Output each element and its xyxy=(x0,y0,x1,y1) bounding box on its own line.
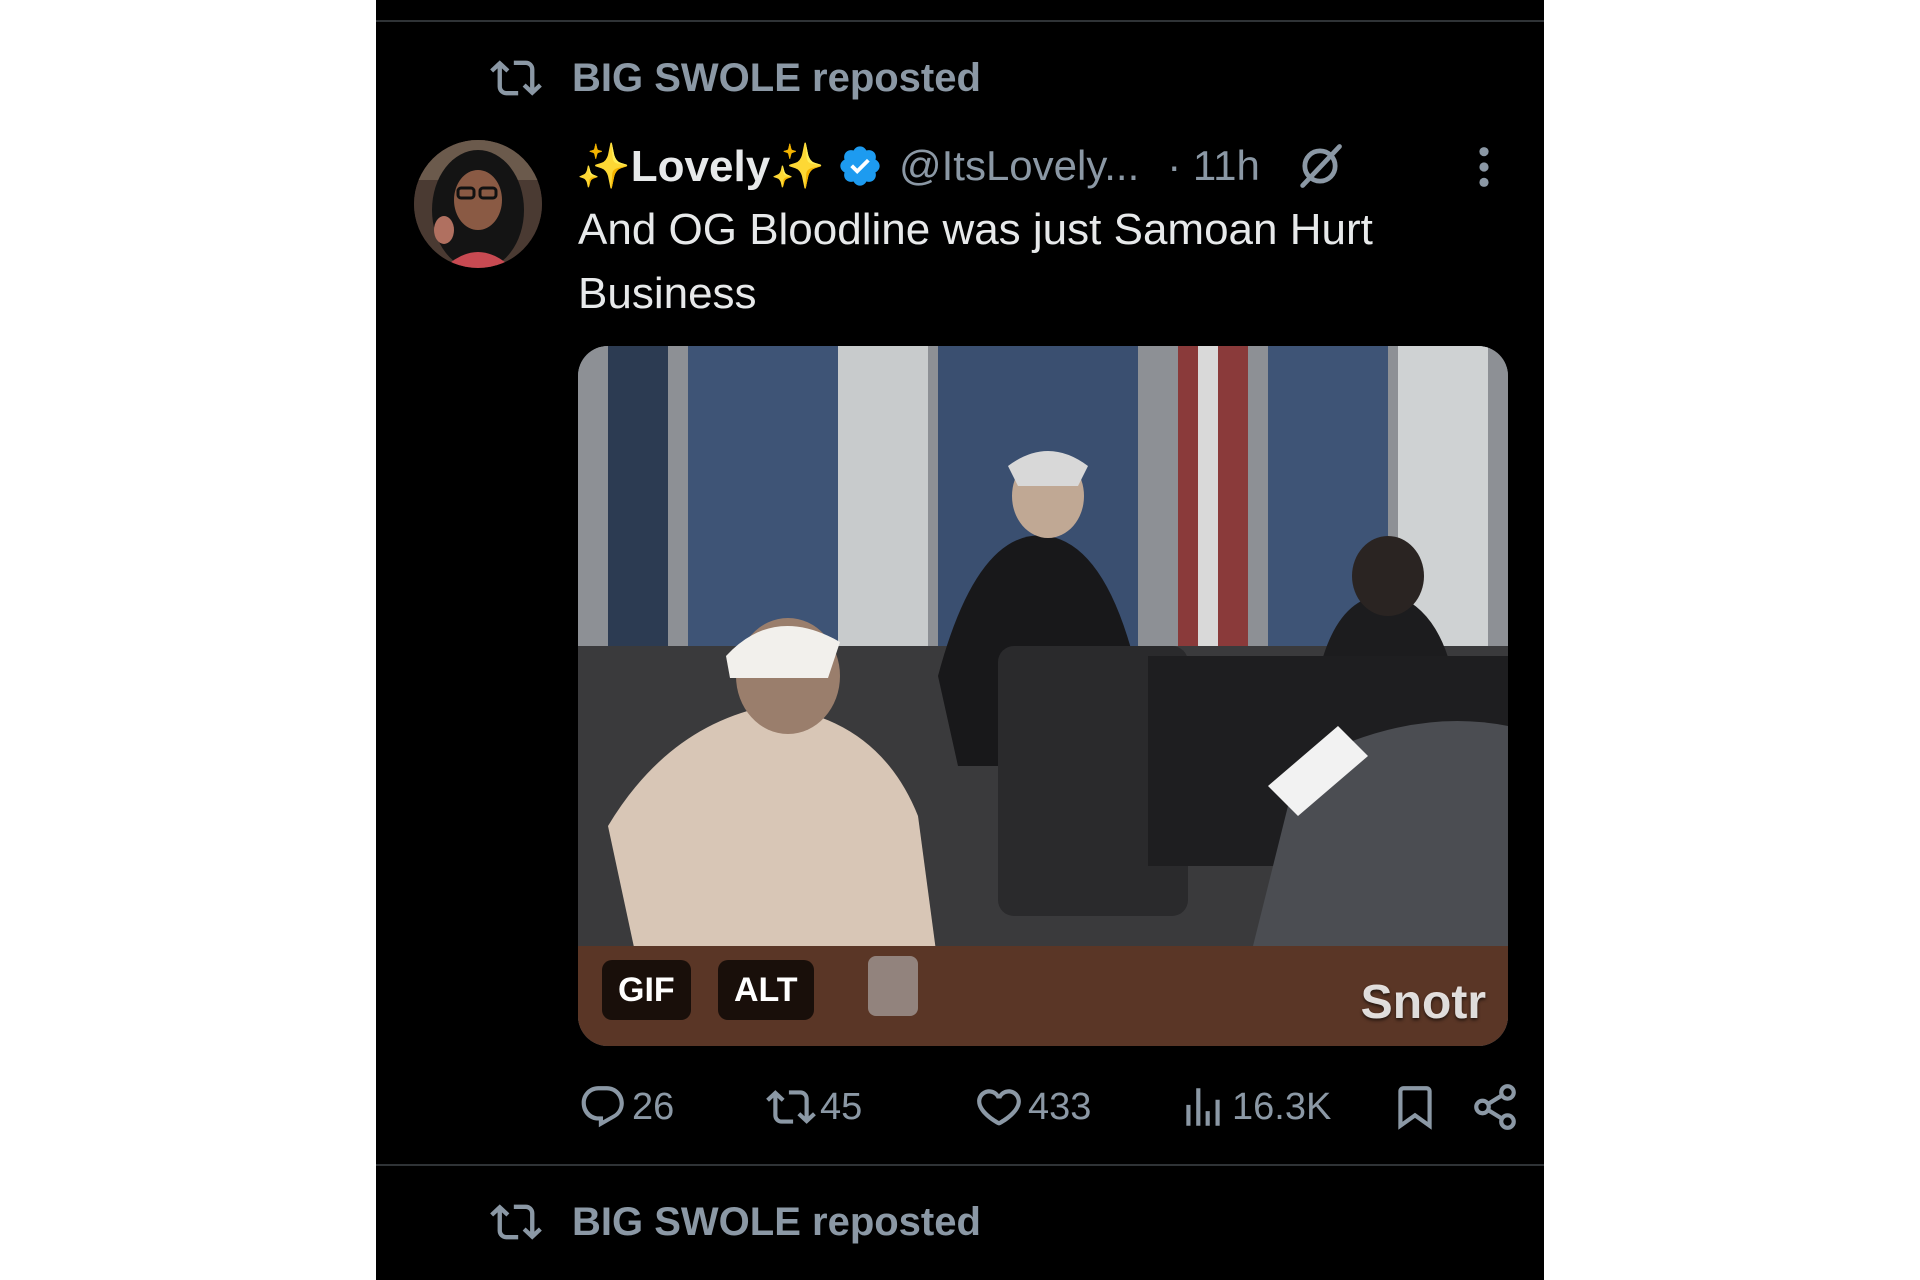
repost-icon xyxy=(490,1204,542,1240)
repost-banner-next[interactable]: BIG SWOLE reposted xyxy=(490,1196,981,1248)
views-button[interactable]: 16.3K xyxy=(1178,1082,1331,1132)
tweet-text: And OG Bloodline was just Samoan Hurt Bu… xyxy=(578,205,1373,318)
views-count: 16.3K xyxy=(1232,1085,1332,1128)
media-watermark: Snotr xyxy=(1360,976,1486,1029)
repost-icon xyxy=(490,60,542,96)
repost-icon xyxy=(766,1090,816,1124)
divider-bottom xyxy=(376,1164,1544,1166)
alt-text-button[interactable]: ALT xyxy=(718,960,814,1020)
timestamp[interactable]: · 11h xyxy=(1167,142,1260,190)
verified-badge-icon xyxy=(840,146,880,186)
share-icon xyxy=(1474,1084,1516,1130)
divider-top xyxy=(376,20,1544,22)
share-button[interactable] xyxy=(1470,1082,1520,1132)
repost-banner-text: BIG SWOLE reposted xyxy=(572,1199,981,1244)
gif-frame xyxy=(578,346,1508,1046)
timeline: BIG SWOLE reposted ✨Lovely✨ @ItsLovely..… xyxy=(376,0,1544,1280)
tweet-media-gif[interactable]: GIF ALT Snotr xyxy=(578,346,1508,1046)
repost-button[interactable]: 45 xyxy=(766,1082,862,1132)
repost-count: 45 xyxy=(820,1085,863,1128)
tweet-header: ✨Lovely✨ @ItsLovely... · 11h xyxy=(576,136,1496,196)
like-count: 433 xyxy=(1028,1085,1092,1128)
views-icon xyxy=(1186,1088,1220,1126)
handle[interactable]: @ItsLovely... xyxy=(899,142,1139,190)
display-name[interactable]: ✨Lovely✨ xyxy=(576,140,825,192)
gif-badge: GIF xyxy=(602,960,691,1020)
like-button[interactable]: 433 xyxy=(974,1082,1091,1132)
bookmark-button[interactable] xyxy=(1390,1082,1440,1132)
reply-button[interactable]: 26 xyxy=(578,1082,674,1132)
tweet-actions: 26 45 433 16.3K xyxy=(578,1082,1516,1138)
reply-icon xyxy=(581,1086,624,1128)
avatar[interactable] xyxy=(414,140,542,268)
reply-count: 26 xyxy=(632,1085,675,1128)
bookmark-icon xyxy=(1398,1086,1432,1130)
like-icon xyxy=(977,1089,1021,1126)
repost-banner-text: BIG SWOLE reposted xyxy=(572,55,981,100)
more-vertical-icon[interactable] xyxy=(1472,144,1496,190)
grok-icon[interactable] xyxy=(1294,140,1346,192)
repost-banner[interactable]: BIG SWOLE reposted xyxy=(490,52,981,104)
